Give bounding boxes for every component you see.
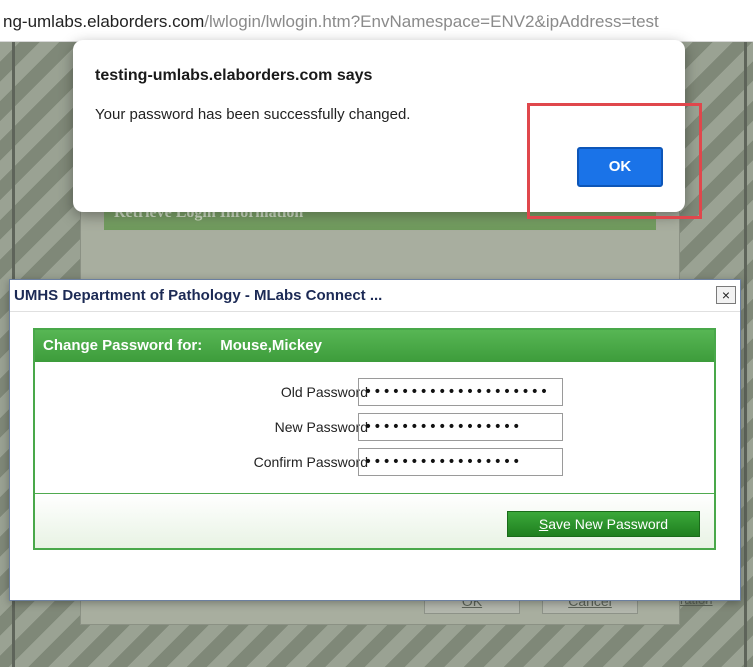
save-button-label: ave New Password [548,516,669,532]
alert-title: testing-umlabs.elaborders.com says [95,67,373,84]
change-password-window: UMHS Department of Pathology - MLabs Con… [9,279,741,601]
change-password-form: Change Password for: Mouse,Mickey Old Pas… [33,328,716,550]
old-password-label: Old Password [280,384,368,400]
confirm-password-row: Confirm Password ••••••••••••••••• [35,448,714,476]
close-icon[interactable]: × [716,286,736,304]
save-accesskey: S [538,516,549,532]
new-password-input[interactable]: ••••••••••••••••• [358,413,563,441]
save-new-password-button[interactable]: Save New Password [507,511,700,537]
form-header-label: Change Password for: [43,337,203,354]
window-titlebar: UMHS Department of Pathology - MLabs Con… [10,280,740,312]
url-host: ng-umlabs.elaborders.com [3,12,205,31]
new-password-label: New Password [274,419,368,435]
old-password-input[interactable]: •••••••••••••••••••• [358,378,563,406]
highlight-box [527,103,702,219]
url-path: /lwlogin/lwlogin.htm?EnvNamespace=ENV2&i… [204,12,659,31]
alert-message: Your password has been successfully chan… [95,106,411,123]
form-header: Change Password for: Mouse,Mickey [35,330,714,362]
old-password-row: Old Password •••••••••••••••••••• [35,378,714,406]
confirm-password-input[interactable]: ••••••••••••••••• [358,448,563,476]
confirm-password-label: Confirm Password [253,454,368,470]
window-title: UMHS Department of Pathology - MLabs Con… [14,287,383,304]
address-bar[interactable]: ng-umlabs.elaborders.com/lwlogin/lwlogin… [0,0,753,42]
background-frame-right [744,42,747,667]
user-name: Mouse,Mickey [220,337,322,354]
new-password-row: New Password ••••••••••••••••• [35,413,714,441]
